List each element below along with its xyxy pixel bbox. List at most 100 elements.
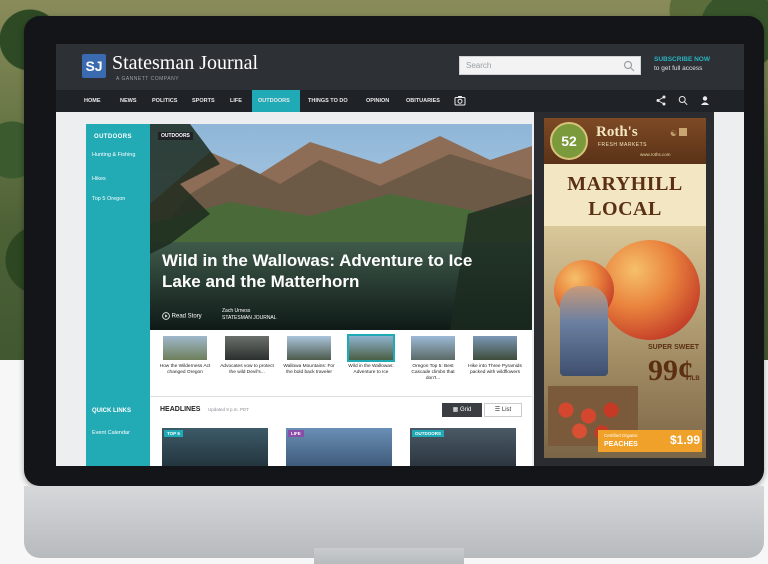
ad-header: 52 Roth's FRESH MARKETS ☯ www.roths.com: [544, 118, 706, 164]
ad-super-sweet: SUPER SWEET: [648, 344, 699, 352]
sidebar-title: OUTDOORS: [94, 134, 132, 140]
thumb-caption: Advocates vow to protect the wild Devil'…: [220, 364, 274, 375]
nav-label: POLITICS: [152, 98, 178, 104]
site-name[interactable]: Statesman Journal: [112, 52, 258, 75]
carousel-item[interactable]: Hike into Three Pyramids packed with wil…: [466, 336, 524, 394]
headline-card[interactable]: TOP 5: [162, 428, 268, 466]
list-icon: ☰: [494, 407, 501, 413]
nav-home[interactable]: HOME: [84, 90, 114, 112]
thumb-image: [347, 334, 395, 362]
carousel-item[interactable]: Oregon Top 5: Best Cascade climbs that d…: [404, 336, 462, 394]
search-icon[interactable]: [678, 95, 688, 106]
subscribe-link[interactable]: SUBSCRIBE NOW: [654, 56, 710, 63]
headline-card[interactable]: LIFE: [286, 428, 392, 466]
thumb-image: [225, 336, 269, 360]
headlines-bar: HEADLINES Updated 9 p.m. PDT ▦ Grid ☰ Li…: [150, 396, 532, 423]
sidebar-item-top5-oregon[interactable]: Top 5 Oregon: [92, 196, 125, 203]
nav-things-to-do[interactable]: THINGS TO DO: [308, 90, 358, 112]
facebook-icon: [679, 128, 688, 136]
share-icon[interactable]: [656, 95, 666, 106]
nav-obituaries[interactable]: OBITUARIES: [406, 90, 448, 112]
search-icon[interactable]: [623, 60, 635, 72]
sidebar-item-hikes[interactable]: Hikes: [92, 176, 106, 183]
ad-social-icons: ☯: [670, 128, 688, 138]
thumb-image: [473, 336, 517, 360]
nav-opinion[interactable]: OPINION: [366, 90, 400, 112]
nav-outdoors[interactable]: OUTDOORS: [252, 90, 300, 112]
story-carousel: How the Wilderness Act changed Oregon Ad…: [150, 330, 532, 396]
card-tag: LIFE: [288, 430, 304, 437]
desktop-monitor: SJ Statesman Journal A GANNETT COMPANY S…: [24, 16, 764, 564]
headlines-updated: Updated 9 p.m. PDT: [208, 407, 250, 412]
photo-scene: SJ Statesman Journal A GANNETT COMPANY S…: [0, 0, 768, 564]
author-source: STATESMAN JOURNAL: [222, 315, 277, 321]
ad-organic-banner: Certified Organic PEACHES $1.99: [598, 430, 702, 452]
nav-label: NEWS: [120, 98, 137, 104]
site-header: SJ Statesman Journal A GANNETT COMPANY S…: [56, 44, 744, 90]
ad-sweet-line2: SWEET: [674, 344, 699, 351]
author-name[interactable]: Zach Urness: [222, 308, 277, 315]
subscribe-text[interactable]: to get full access: [654, 65, 702, 72]
nav-label: LIFE: [230, 98, 242, 104]
site-logo[interactable]: SJ: [82, 54, 106, 78]
card-tag: TOP 5: [164, 430, 183, 437]
nav-label: OUTDOORS: [258, 98, 290, 104]
ad-brand-sub: FRESH MARKETS: [598, 142, 648, 148]
read-story-button[interactable]: Read Story: [162, 312, 202, 320]
nav-news[interactable]: NEWS: [120, 90, 144, 112]
nav-life[interactable]: LIFE: [230, 90, 250, 112]
monitor-stand: [314, 548, 464, 564]
ad-cert-price: $1.99: [670, 433, 701, 447]
search-placeholder: Search: [466, 61, 492, 70]
ad-photo: [544, 226, 706, 458]
thumb-image: [163, 336, 207, 360]
thumb-caption: Oregon Top 5: Best Cascade climbs that d…: [411, 364, 455, 381]
card-tag: OUTDOORS: [412, 430, 445, 437]
search-input[interactable]: Search: [459, 56, 641, 75]
thumb-image: [411, 336, 455, 360]
sidebar-item-hunting-fishing[interactable]: Hunting & Fishing: [92, 152, 142, 159]
quick-link-event-calendar[interactable]: Event Calendar: [92, 430, 130, 436]
carousel-item[interactable]: Advocates vow to protect the wild Devil'…: [218, 336, 276, 394]
quick-links-title: QUICK LINKS: [92, 408, 131, 414]
ad-creative[interactable]: 52 Roth's FRESH MARKETS ☯ www.roths.com …: [544, 118, 706, 458]
hero-title[interactable]: Wild in the Wallowas: Adventure to Ice L…: [162, 250, 492, 292]
camera-icon[interactable]: [454, 95, 466, 106]
hero-section-tag[interactable]: OUTDOORS: [158, 132, 193, 140]
peach-image: [600, 240, 700, 340]
grid-label: Grid: [460, 407, 472, 413]
ad-cert-small: Certified Organic: [604, 433, 638, 438]
headline-card[interactable]: OUTDOORS: [410, 428, 516, 466]
carousel-item[interactable]: How the Wilderness Act changed Oregon: [156, 336, 214, 394]
ad-sweet-line1: SUPER: [648, 344, 673, 351]
thumb-caption: How the Wilderness Act changed Oregon: [159, 364, 211, 375]
hero-story[interactable]: OUTDOORS Wild in the Wallowas: Adventure…: [150, 124, 532, 330]
ad-cert-large: PEACHES: [604, 441, 638, 448]
read-story-label: Read Story: [171, 313, 202, 320]
user-icon[interactable]: [700, 95, 710, 106]
headline-cards: TOP 5 LIFE OUTDOORS: [150, 422, 532, 466]
hero-image: [150, 124, 532, 330]
carousel-item[interactable]: Wild in the Wallowas: Adventure to Ice: [342, 334, 400, 394]
nav-label: SPORTS: [192, 98, 215, 104]
nav-politics[interactable]: POLITICS: [152, 90, 188, 112]
carousel-item[interactable]: Wallowa Mountains: For the bold back tra…: [280, 336, 338, 394]
site-tagline: A GANNETT COMPANY: [116, 76, 180, 82]
nav-label: OBITUARIES: [406, 98, 440, 104]
list-view-button[interactable]: ☰ List: [484, 403, 522, 417]
nav-label: THINGS TO DO: [308, 98, 348, 104]
browser-screen: SJ Statesman Journal A GANNETT COMPANY S…: [56, 44, 744, 466]
nav-sports[interactable]: SPORTS: [192, 90, 222, 112]
thumb-image: [287, 336, 331, 360]
grid-view-button[interactable]: ▦ Grid: [442, 403, 482, 417]
thumb-caption: Wallowa Mountains: For the bold back tra…: [283, 364, 335, 375]
ad-price: 99¢: [648, 354, 693, 387]
hero-byline: Zach Urness STATESMAN JOURNAL: [222, 308, 277, 322]
ad-url: www.roths.com: [640, 152, 671, 157]
ad-brand: Roth's: [596, 124, 638, 140]
ad-unit: /LB: [690, 376, 700, 382]
thumb-caption: Hike into Three Pyramids packed with wil…: [468, 364, 522, 375]
display-ad[interactable]: 52 Roth's FRESH MARKETS ☯ www.roths.com …: [534, 112, 714, 466]
headlines-title: HEADLINES: [160, 406, 201, 413]
thumb-caption: Wild in the Wallowas: Adventure to Ice: [348, 364, 394, 375]
